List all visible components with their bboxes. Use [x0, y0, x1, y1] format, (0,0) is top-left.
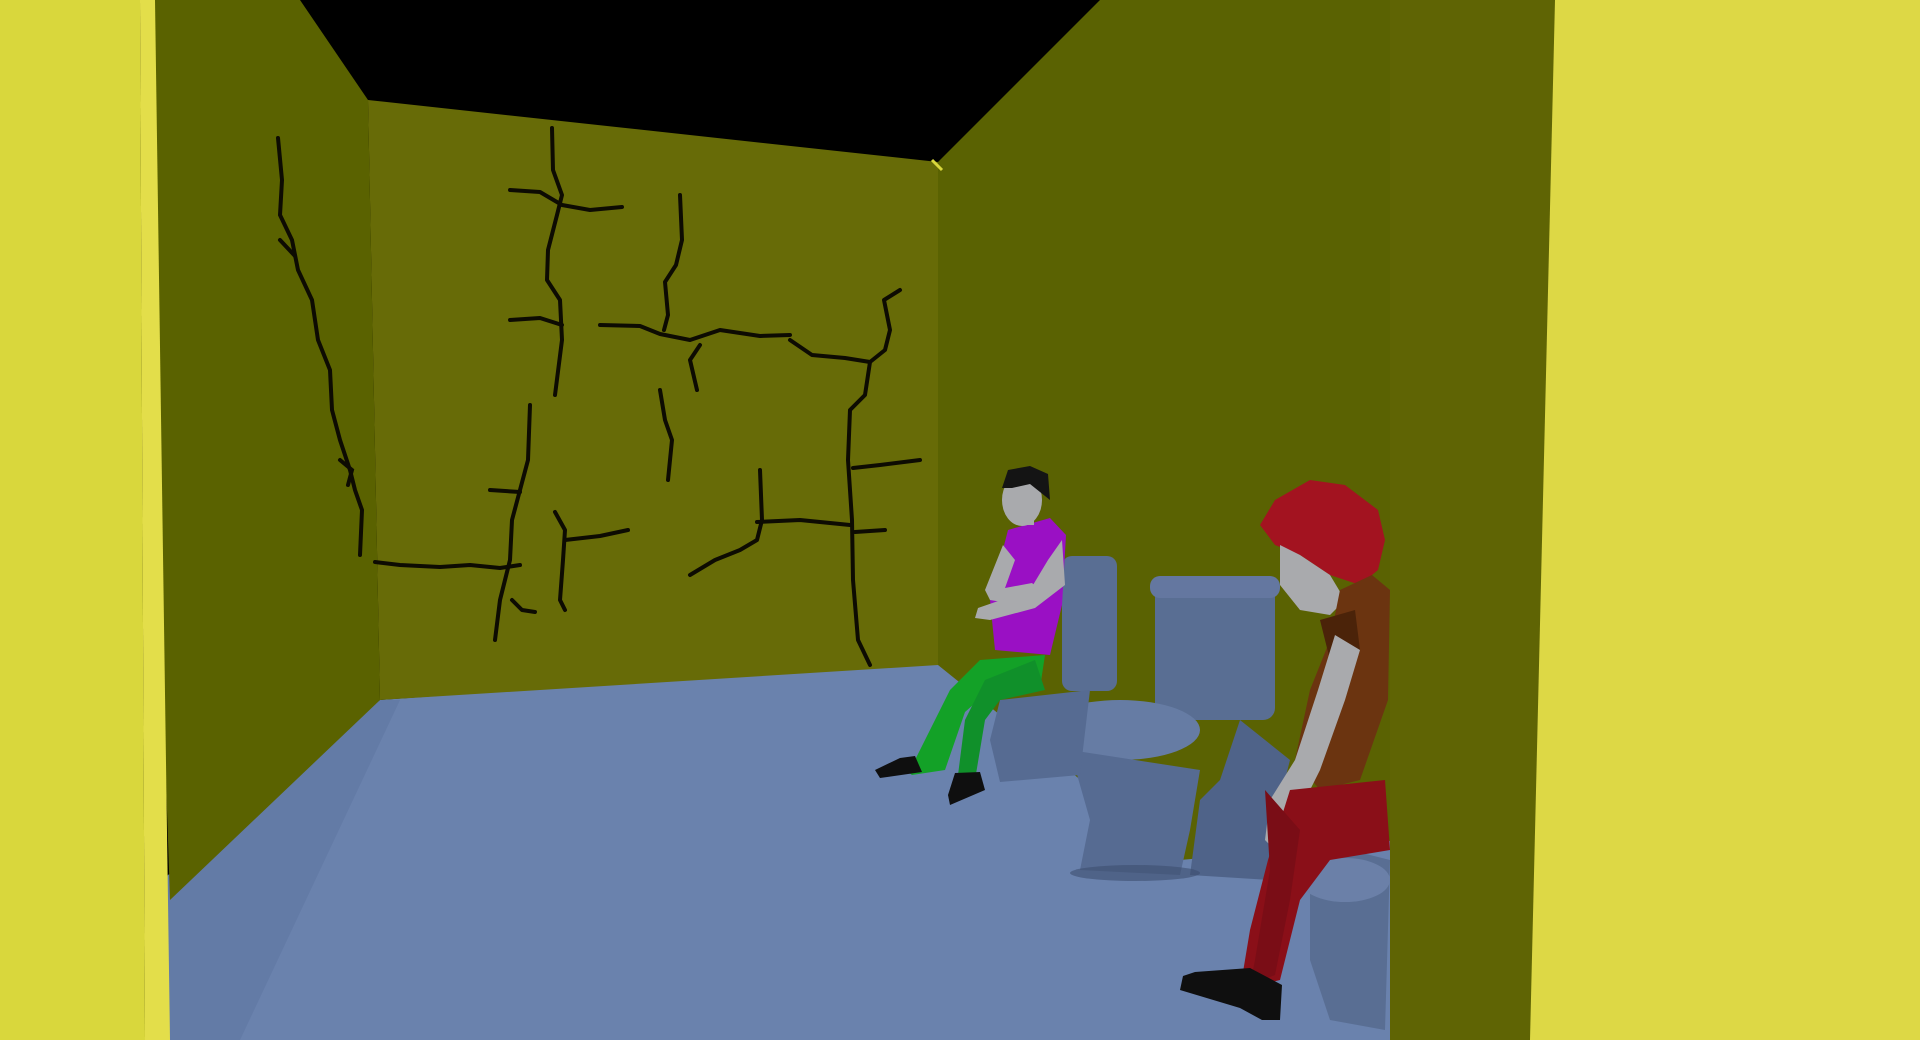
toilet-center-tank: [1155, 580, 1275, 720]
back-wall: [368, 100, 938, 700]
near-pillar-left: [0, 0, 145, 1040]
bathroom-scene: [0, 0, 1920, 1040]
game-viewport[interactable]: [0, 0, 1920, 1040]
toilet-back-tank: [1062, 556, 1117, 691]
near-pillar-right: [1530, 0, 1920, 1040]
